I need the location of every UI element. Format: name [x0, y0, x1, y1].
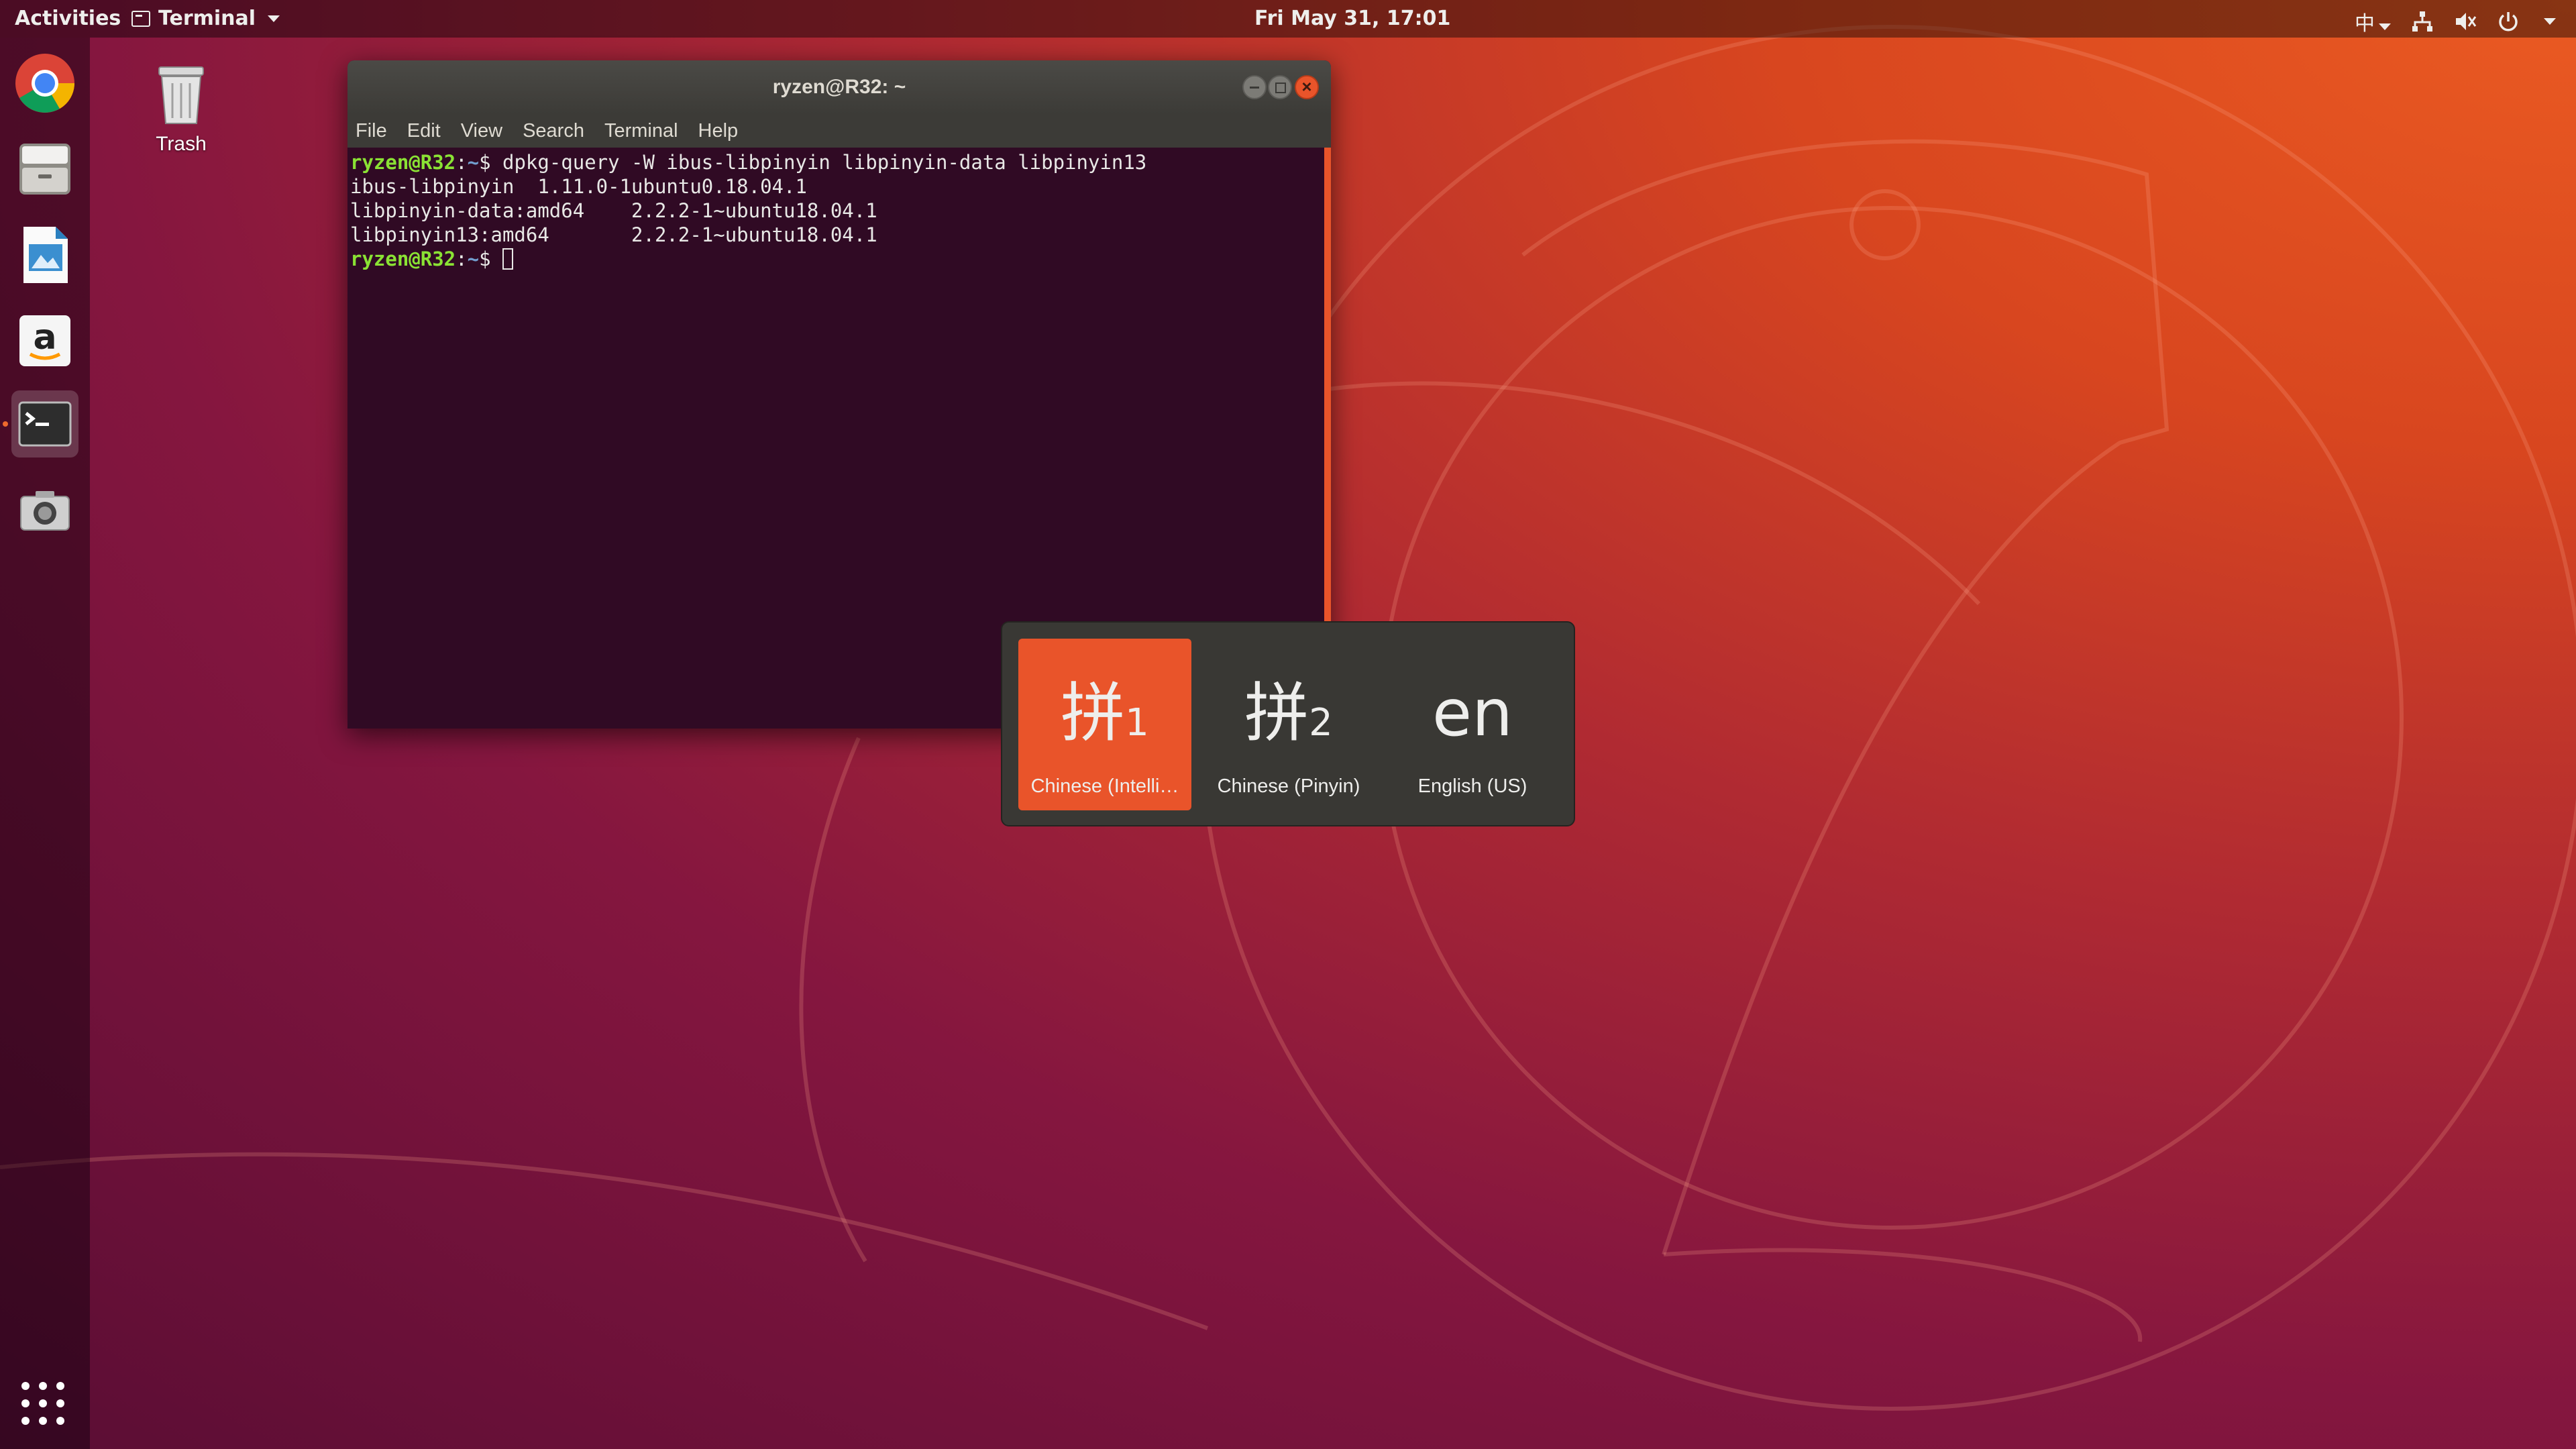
- grid-dot: [39, 1417, 47, 1425]
- prompt-line: ryzen@R32:~$: [350, 247, 1324, 271]
- menu-search[interactable]: Search: [523, 120, 584, 142]
- files-icon: [19, 144, 70, 195]
- input-source-glyph: 拼2: [1244, 676, 1333, 751]
- grid-dot: [21, 1417, 30, 1425]
- prompt-user: ryzen@R32: [350, 248, 456, 270]
- power-icon[interactable]: [2497, 10, 2520, 33]
- grid-dot: [39, 1399, 47, 1407]
- dock-item-amazon[interactable]: a: [11, 307, 78, 374]
- amazon-icon: a: [19, 315, 70, 366]
- input-source-english-us[interactable]: en English (US): [1386, 639, 1559, 810]
- trash-label: Trash: [156, 133, 207, 155]
- clock[interactable]: Fri May 31, 17:01: [1254, 7, 1450, 30]
- dock-item-libreoffice-impress[interactable]: [11, 221, 78, 288]
- input-method-indicator[interactable]: 中: [2355, 7, 2391, 36]
- output-line: ibus-libpinyin 1.11.0-1ubuntu0.18.04.1: [350, 175, 807, 198]
- grid-dot: [21, 1399, 30, 1407]
- input-source-switcher: 拼1 Chinese (Intelli… 拼2 Chinese (Pinyin)…: [1001, 621, 1575, 826]
- command-text: dpkg-query -W ibus-libpinyin libpinyin-d…: [502, 151, 1147, 174]
- grid-dot: [56, 1399, 64, 1407]
- input-source-glyph: 拼1: [1061, 676, 1149, 751]
- input-source-chinese-pinyin[interactable]: 拼2 Chinese (Pinyin): [1202, 639, 1375, 810]
- grid-dot: [21, 1382, 30, 1390]
- dock-item-screenshot[interactable]: [11, 476, 78, 543]
- input-source-glyph: en: [1432, 676, 1513, 751]
- app-menu-label: Terminal: [158, 7, 256, 30]
- grid-dot: [39, 1382, 47, 1390]
- chevron-down-icon: [2544, 18, 2556, 25]
- menu-file[interactable]: File: [356, 120, 387, 142]
- text-cursor: [502, 248, 513, 270]
- show-applications-button[interactable]: [21, 1382, 66, 1426]
- menu-edit[interactable]: Edit: [407, 120, 441, 142]
- chevron-down-icon: [268, 15, 280, 22]
- dock-item-terminal[interactable]: [11, 390, 78, 458]
- close-icon: ×: [1301, 76, 1312, 97]
- volume-muted-icon[interactable]: [2454, 10, 2477, 33]
- dock: a: [0, 38, 90, 1449]
- input-source-label: Chinese (Pinyin): [1217, 775, 1360, 797]
- menu-help[interactable]: Help: [698, 120, 739, 142]
- dock-item-chrome[interactable]: [11, 50, 78, 117]
- terminal-icon: [131, 10, 150, 27]
- close-button[interactable]: ×: [1295, 75, 1319, 99]
- menu-view[interactable]: View: [461, 120, 502, 142]
- system-tray[interactable]: 中: [2355, 7, 2556, 36]
- activities-button[interactable]: Activities: [15, 7, 121, 30]
- input-source-chinese-intelligent[interactable]: 拼1 Chinese (Intelli…: [1018, 639, 1191, 810]
- menu-terminal[interactable]: Terminal: [604, 120, 678, 142]
- input-source-label: English (US): [1417, 775, 1527, 797]
- chevron-down-icon: [2379, 23, 2391, 30]
- prompt-path: ~: [467, 248, 480, 270]
- libreoffice-impress-icon: [23, 227, 68, 283]
- trash-icon: [158, 66, 204, 124]
- input-source-label: Chinese (Intelli…: [1030, 775, 1179, 797]
- minimize-button[interactable]: [1242, 75, 1267, 99]
- terminal-menubar: File Edit View Search Terminal Help: [347, 114, 1331, 148]
- chrome-icon: [15, 54, 74, 113]
- running-indicator: [3, 421, 8, 427]
- command-line: ryzen@R32:~$ dpkg-query -W ibus-libpinyi…: [350, 151, 1147, 174]
- grid-dot: [56, 1417, 64, 1425]
- dock-item-files[interactable]: [11, 136, 78, 203]
- app-menu[interactable]: Terminal: [131, 7, 280, 30]
- input-method-label: 中: [2355, 12, 2375, 36]
- screenshot-camera-icon: [20, 491, 70, 531]
- svg-text:a: a: [33, 317, 56, 358]
- terminal-icon: [18, 401, 72, 447]
- output-line: libpinyin-data:amd64 2.2.2-1~ubuntu18.04…: [350, 199, 877, 222]
- network-icon[interactable]: [2411, 10, 2434, 33]
- maximize-button[interactable]: [1268, 75, 1292, 99]
- desktop-trash[interactable]: Trash: [141, 60, 221, 156]
- prompt-user: ryzen@R32: [350, 151, 456, 174]
- window-title: ryzen@R32: ~: [772, 76, 906, 98]
- output-line: libpinyin13:amd64 2.2.2-1~ubuntu18.04.1: [350, 223, 877, 246]
- grid-dot: [56, 1382, 64, 1390]
- top-bar: Activities Terminal Fri May 31, 17:01 中: [0, 0, 2576, 38]
- terminal-titlebar[interactable]: ryzen@R32: ~ ×: [347, 60, 1331, 114]
- prompt-path: ~: [467, 151, 480, 174]
